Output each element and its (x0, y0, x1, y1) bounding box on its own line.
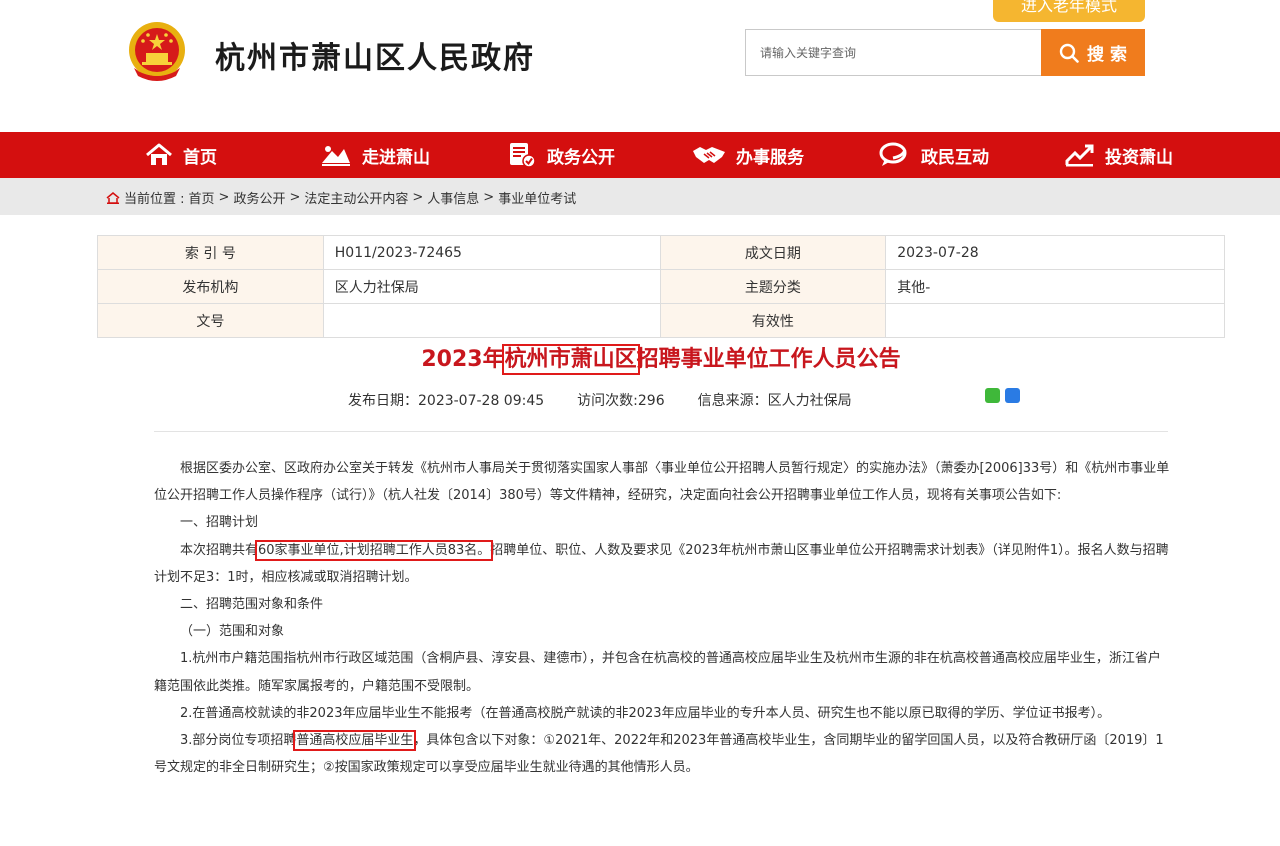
table-row: 文号 有效性 (97, 303, 1225, 338)
topic-value: 其他- (885, 269, 1225, 304)
chart-icon (1065, 144, 1094, 167)
paragraph-restriction: 2.在普通高校就读的非2023年应届毕业生不能报考（在普通高校脱产就读的非202… (180, 705, 1111, 721)
breadcrumb-legal-disclosure[interactable]: 法定主动公开内容 (304, 188, 408, 207)
nav-item-about[interactable]: 走进萧山 (320, 132, 430, 178)
main-nav: 首页 走进萧山 政务公开 办事服务 政民互动 投资萧山 (0, 132, 1280, 178)
paragraph-graduates: 3.部分岗位专项招聘普通高校应届毕业生，具体包含以下对象：①2021年、2022… (154, 727, 1172, 781)
section-heading: 二、招聘范围对象和条件 (180, 597, 324, 613)
article-title: 2023年杭州市萧山区招聘事业单位工作人员公告 (0, 341, 1280, 375)
publish-date: 发布日期：2023-07-28 09:45 (348, 393, 545, 409)
site-title: 杭州市萧山区人民政府 (215, 41, 535, 76)
org-value: 区人力社保局 (322, 269, 661, 304)
publish-info: 发布日期：2023-07-28 09:45 访问次数:296 信息来源：区人力社… (348, 390, 852, 410)
title-prefix: 2023年 (421, 347, 505, 372)
docno-value (322, 303, 661, 338)
table-row: 索 引 号 H011/2023-72465 成文日期 2023-07-28 (97, 235, 1225, 270)
document-meta-table: 索 引 号 H011/2023-72465 成文日期 2023-07-28 发布… (97, 235, 1225, 338)
nav-label-home: 首页 (183, 147, 217, 168)
section-heading: 一、招聘计划 (180, 515, 259, 531)
table-row: 发布机构 区人力社保局 主题分类 其他- (97, 269, 1225, 304)
nav-item-services[interactable]: 办事服务 (692, 132, 804, 178)
subsection-heading: （一）范围和对象 (180, 624, 285, 640)
breadcrumb-sep: > (412, 190, 424, 205)
wechat-share-icon[interactable] (985, 388, 1000, 403)
home-icon (146, 143, 172, 165)
handshake-icon (693, 147, 725, 163)
document-icon (510, 143, 536, 168)
search-button[interactable]: 搜 索 (1041, 29, 1145, 76)
breadcrumb-sep: > (289, 190, 301, 205)
breadcrumb-exam[interactable]: 事业单位考试 (498, 188, 576, 207)
valid-label: 有效性 (659, 303, 887, 338)
share-icons (985, 388, 1020, 403)
org-label: 发布机构 (97, 269, 324, 304)
visit-count: 访问次数:296 (577, 393, 665, 409)
topic-label: 主题分类 (659, 269, 887, 304)
date-label: 成文日期 (659, 235, 887, 270)
search-button-label: 搜 索 (1087, 45, 1127, 65)
breadcrumb-personnel[interactable]: 人事信息 (427, 188, 479, 207)
info-source: 信息来源：区人力社保局 (697, 393, 852, 409)
search-input[interactable] (746, 30, 1042, 75)
graduates-prefix: 3.部分岗位专项招聘 (180, 733, 297, 749)
breadcrumb-sep: > (483, 190, 495, 205)
nav-label-invest: 投资萧山 (1105, 147, 1173, 168)
breadcrumb-bar: 当前位置 : 首页 > 政务公开 > 法定主动公开内容 > 人事信息 > 事业单… (0, 178, 1280, 215)
article-body: 根据区委办公室、区政府办公室关于转发《杭州市人事局关于贯彻落实国家人事部〈事业单… (154, 455, 1172, 781)
paragraph-intro: 根据区委办公室、区政府办公室关于转发《杭州市人事局关于贯彻落实国家人事部〈事业单… (154, 461, 1170, 504)
graduates-highlight: 普通高校应届毕业生 (293, 730, 417, 752)
breadcrumb-home[interactable]: 首页 (189, 188, 215, 207)
nav-item-interaction[interactable]: 政民互动 (879, 132, 989, 178)
nav-item-gov-open[interactable]: 政务公开 (507, 132, 615, 178)
plan-prefix: 本次招聘共有 (180, 542, 259, 558)
home-small-icon (106, 191, 120, 204)
nav-label-services: 办事服务 (736, 147, 804, 168)
docno-label: 文号 (97, 303, 324, 338)
search-icon (1059, 43, 1079, 63)
nav-label-gov-open: 政务公开 (547, 147, 615, 168)
plan-highlight: 60家事业单位,计划招聘工作人员83名。 (255, 539, 494, 561)
elder-mode-button[interactable]: 进入老年模式 (993, 0, 1145, 22)
breadcrumb-sep: > (218, 190, 230, 205)
nav-label-interaction: 政民互动 (921, 147, 989, 168)
breadcrumb-prefix: 当前位置 : (124, 192, 185, 207)
landscape-icon (322, 146, 350, 166)
title-suffix: 招聘事业单位工作人员公告 (636, 347, 901, 372)
divider (154, 431, 1168, 432)
qq-share-icon[interactable] (1005, 388, 1020, 403)
paragraph-scope: 1.杭州市户籍范围指杭州市行政区域范围（含桐庐县、淳安县、建德市），并包含在杭高… (154, 651, 1161, 694)
site-header: 杭州市萧山区人民政府 进入老年模式 搜 索 (0, 0, 1280, 132)
nav-item-home[interactable]: 首页 (145, 132, 217, 178)
index-label: 索 引 号 (97, 235, 324, 270)
search-box (745, 29, 1042, 76)
paragraph-plan: 本次招聘共有60家事业单位,计划招聘工作人员83名。招聘单位、职位、人数及要求见… (154, 537, 1172, 591)
nav-label-about: 走进萧山 (362, 147, 430, 168)
nav-item-invest[interactable]: 投资萧山 (1065, 132, 1173, 178)
date-value: 2023-07-28 (885, 235, 1225, 270)
breadcrumb: 当前位置 : 首页 > 政务公开 > 法定主动公开内容 > 人事信息 > 事业单… (106, 188, 576, 207)
chat-icon (879, 142, 907, 166)
index-value: H011/2023-72465 (322, 235, 661, 270)
national-emblem-icon (129, 22, 185, 81)
valid-value (885, 303, 1225, 338)
breadcrumb-gov-open[interactable]: 政务公开 (233, 188, 285, 207)
title-highlight: 杭州市萧山区 (501, 344, 640, 375)
